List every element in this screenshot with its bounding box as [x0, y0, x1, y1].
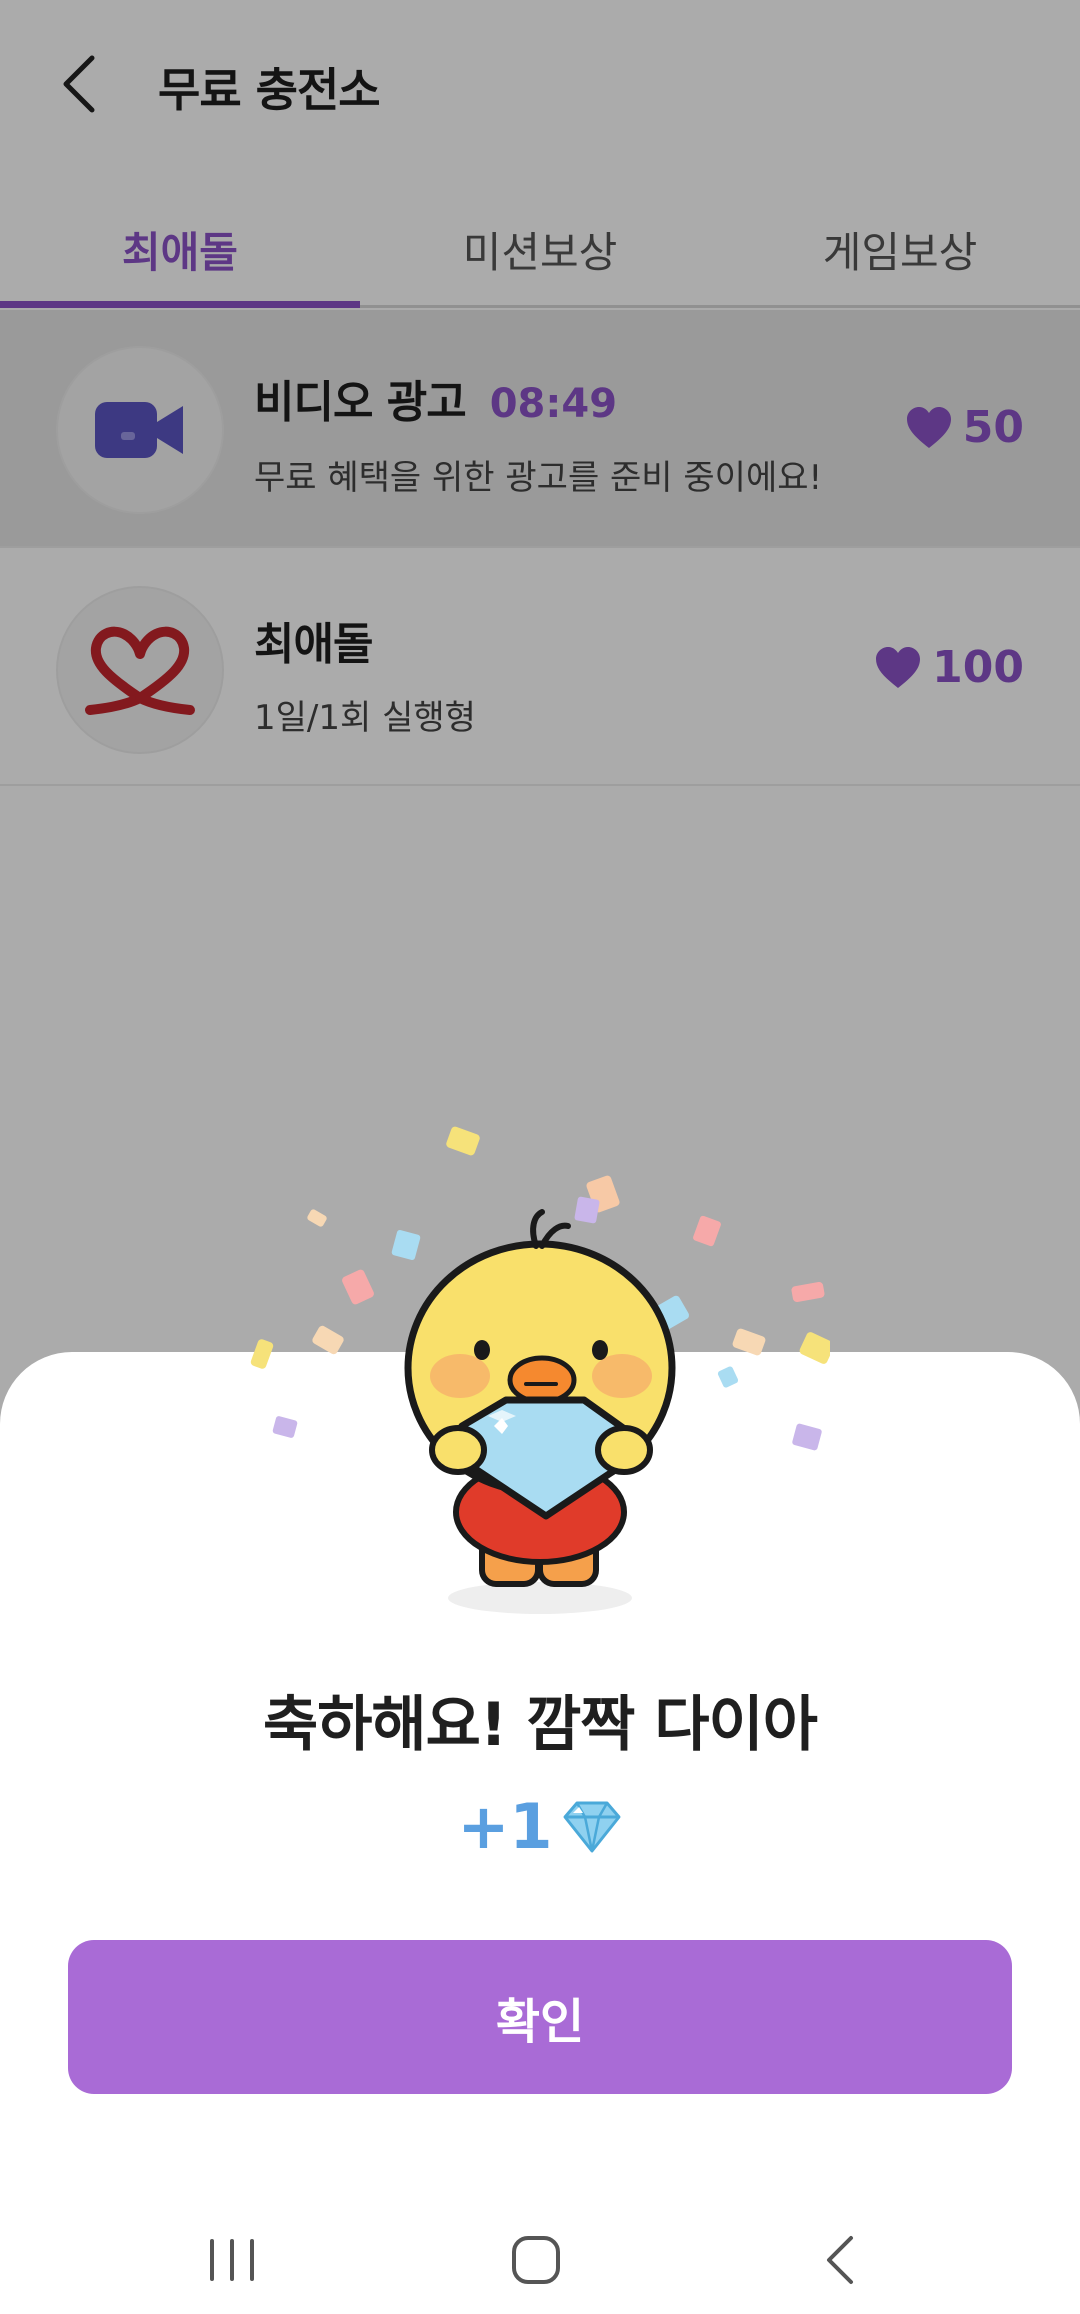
reward-amount-value: +1: [457, 1790, 553, 1863]
screen: 무료 충전소 최애돌 미션보상 게임보상 비디오 광고 08:49 무료 혜택을…: [0, 0, 1080, 2314]
home-button[interactable]: [486, 2210, 586, 2310]
system-back-button[interactable]: [790, 2210, 890, 2310]
chick-mascot-illustration: [250, 1126, 830, 1614]
system-nav-bar: [0, 2190, 1080, 2314]
diamond-icon: [563, 1801, 621, 1852]
recent-apps-icon: [210, 2239, 254, 2281]
recent-apps-button[interactable]: [182, 2210, 282, 2310]
back-chevron-icon: [827, 2236, 853, 2284]
home-icon: [512, 2236, 560, 2284]
confirm-button[interactable]: 확인: [68, 1940, 1012, 2094]
reward-amount: +1: [0, 1790, 1080, 1863]
congrats-title: 축하해요! 깜짝 다이아: [263, 1690, 818, 1760]
